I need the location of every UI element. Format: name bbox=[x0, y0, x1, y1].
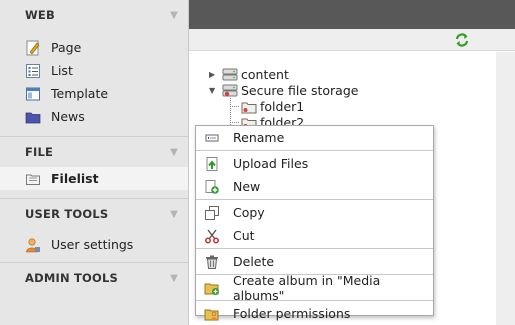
section-header-file[interactable]: FILE ▼ bbox=[0, 137, 188, 167]
menu-divider bbox=[196, 150, 433, 151]
folder-permissions-icon bbox=[204, 306, 220, 322]
top-toolbar bbox=[189, 0, 515, 29]
chevron-down-icon[interactable]: ▼ bbox=[170, 209, 178, 220]
menu-item-copy[interactable]: Copy bbox=[196, 201, 433, 224]
tree-node-label: Secure file storage bbox=[241, 83, 359, 98]
module-sidebar: WEB ▼ Page List Template News FILE ▼ Fil… bbox=[0, 0, 189, 325]
sidebar-item-label: Template bbox=[51, 86, 109, 101]
menu-item-delete[interactable]: Delete bbox=[196, 250, 433, 273]
sidebar-item-page[interactable]: Page bbox=[0, 36, 188, 59]
sidebar-item-filelist[interactable]: Filelist bbox=[0, 167, 188, 190]
filelist-icon bbox=[25, 171, 41, 187]
expand-arrow-icon[interactable]: ▶ bbox=[209, 70, 219, 79]
sidebar-item-user-settings[interactable]: User settings bbox=[0, 233, 188, 256]
menu-divider bbox=[196, 248, 433, 249]
refresh-icon[interactable] bbox=[454, 32, 470, 48]
tree-node-label: content bbox=[241, 67, 289, 82]
menu-divider bbox=[196, 199, 433, 200]
menu-item-label: Delete bbox=[233, 254, 275, 269]
server-icon bbox=[222, 68, 238, 82]
menu-item-create-album[interactable]: Create album in "Media albums" bbox=[196, 273, 433, 303]
folder-icon bbox=[241, 100, 257, 114]
tree-connector bbox=[230, 106, 239, 107]
sidebar-item-template[interactable]: Template bbox=[0, 82, 188, 105]
delete-icon bbox=[204, 254, 220, 270]
list-icon bbox=[25, 63, 41, 79]
menu-item-label: Folder permissions bbox=[233, 306, 351, 321]
menu-item-upload-files[interactable]: Upload Files bbox=[196, 152, 433, 175]
menu-item-label: Upload Files bbox=[233, 156, 309, 171]
context-menu: Rename Upload Files New Copy Cut Delete bbox=[195, 125, 434, 321]
doc-header bbox=[189, 29, 515, 51]
menu-item-label: Copy bbox=[233, 205, 265, 220]
sidebar-item-list[interactable]: List bbox=[0, 59, 188, 82]
section-header-admin-tools[interactable]: ADMIN TOOLS ▼ bbox=[0, 263, 188, 293]
menu-item-label: Cut bbox=[233, 228, 255, 243]
section-header-user-tools[interactable]: USER TOOLS ▼ bbox=[0, 199, 188, 229]
tree-node-folder1[interactable]: folder1 bbox=[241, 99, 304, 114]
sidebar-item-label: Page bbox=[51, 40, 82, 55]
chevron-down-icon[interactable]: ▼ bbox=[170, 10, 178, 21]
tree-node-content[interactable]: ▶ content bbox=[209, 67, 289, 82]
copy-icon bbox=[204, 205, 220, 221]
section-title-web: WEB bbox=[25, 8, 55, 22]
collapse-arrow-icon[interactable]: ▼ bbox=[209, 86, 219, 95]
section-title-file: FILE bbox=[25, 145, 54, 159]
chevron-down-icon[interactable]: ▼ bbox=[170, 273, 178, 284]
chevron-down-icon[interactable]: ▼ bbox=[170, 147, 178, 158]
sidebar-item-news[interactable]: News bbox=[0, 105, 188, 128]
news-folder-icon bbox=[25, 109, 41, 125]
menu-item-new[interactable]: New bbox=[196, 175, 433, 198]
section-header-web[interactable]: WEB ▼ bbox=[0, 0, 188, 30]
menu-item-cut[interactable]: Cut bbox=[196, 224, 433, 247]
tree-connector bbox=[230, 98, 231, 125]
menu-item-label: Rename bbox=[233, 130, 285, 145]
tree-node-label: folder1 bbox=[260, 99, 305, 114]
section-title-admin-tools: ADMIN TOOLS bbox=[25, 271, 119, 285]
user-settings-icon bbox=[25, 237, 41, 253]
new-file-icon bbox=[204, 179, 220, 195]
sidebar-item-label: User settings bbox=[51, 237, 134, 252]
page-icon bbox=[25, 40, 41, 56]
sidebar-item-label: Filelist bbox=[51, 171, 99, 186]
rename-icon bbox=[204, 130, 220, 146]
tree-node-secure-file-storage[interactable]: ▼ Secure file storage bbox=[209, 83, 358, 98]
server-icon bbox=[222, 84, 238, 98]
create-album-icon bbox=[204, 280, 220, 296]
menu-item-rename[interactable]: Rename bbox=[196, 126, 433, 149]
menu-item-folder-permissions[interactable]: Folder permissions bbox=[196, 302, 433, 325]
sidebar-item-label: News bbox=[51, 109, 85, 124]
menu-item-label: New bbox=[233, 179, 261, 194]
cut-icon bbox=[204, 228, 220, 244]
upload-icon bbox=[204, 156, 220, 172]
scrollbar-track[interactable] bbox=[496, 52, 515, 325]
tree-connector bbox=[230, 122, 239, 123]
sidebar-item-label: List bbox=[51, 63, 73, 78]
menu-item-label: Create album in "Media albums" bbox=[233, 272, 381, 303]
template-icon bbox=[25, 86, 41, 102]
section-title-user-tools: USER TOOLS bbox=[25, 207, 109, 221]
